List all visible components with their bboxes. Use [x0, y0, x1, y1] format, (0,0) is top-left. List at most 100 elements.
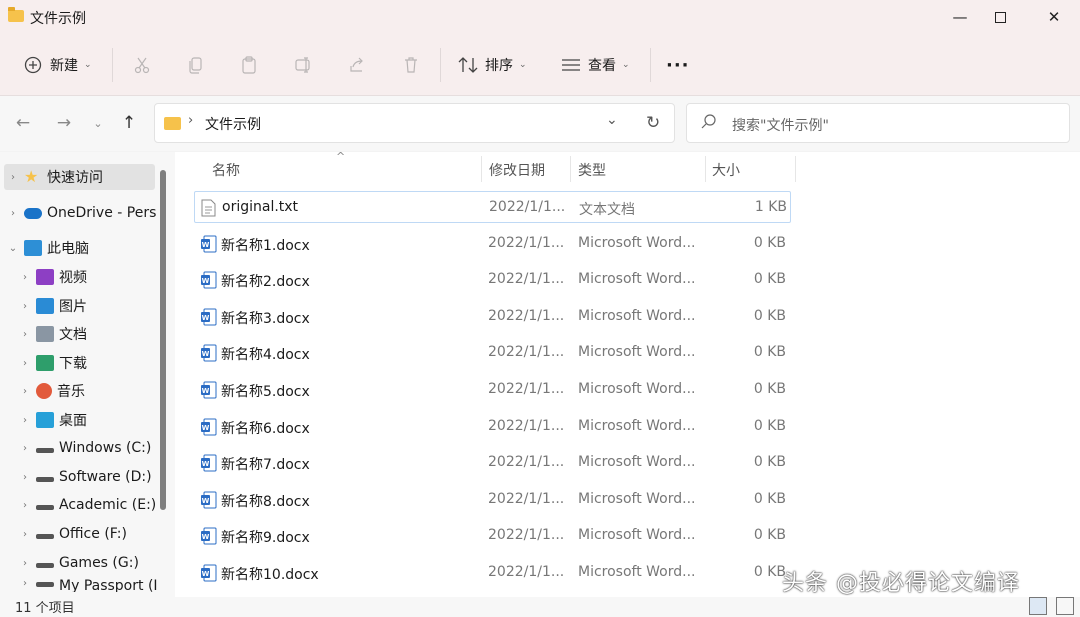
word-file-icon: W	[200, 344, 217, 362]
copy-icon	[185, 54, 207, 76]
cloud-icon	[24, 207, 42, 219]
nav-item-label: 图片	[59, 299, 87, 315]
file-name: 新名称6.docx	[221, 420, 310, 437]
nav-item[interactable]: ⌄ 此电脑	[0, 235, 160, 261]
recent-locations-button[interactable]: ⌄	[87, 112, 109, 134]
nav-item[interactable]: › Windows (C:)	[0, 435, 160, 461]
chevron-right-icon[interactable]: ›	[18, 472, 32, 483]
details-view-button[interactable]	[1029, 597, 1047, 615]
rename-button[interactable]	[292, 52, 314, 78]
share-button[interactable]	[346, 52, 368, 78]
chevron-right-icon[interactable]: ›	[6, 208, 20, 219]
file-date: 2022/1/1...	[488, 417, 565, 434]
file-size: 0 KB	[753, 381, 786, 397]
file-row[interactable]: W 新名称7.docx 2022/1/1... Microsoft Word... 0 …	[194, 447, 791, 479]
drive-icon	[36, 533, 54, 539]
svg-text:W: W	[202, 497, 210, 505]
search-placeholder: 搜索"文件示例"	[732, 118, 829, 134]
up-button[interactable]: ↑	[118, 112, 140, 134]
column-divider[interactable]	[705, 156, 706, 182]
maximize-button[interactable]	[976, 0, 1024, 34]
nav-item[interactable]: › My Passport (I	[0, 578, 160, 592]
nav-item[interactable]: › Office (F:)	[0, 521, 160, 547]
file-date: 2022/1/1...	[488, 564, 565, 580]
copy-button[interactable]	[185, 52, 207, 78]
nav-item[interactable]: › Games (G:)	[0, 550, 160, 576]
nav-item[interactable]: › 图片	[0, 293, 160, 319]
file-row[interactable]: W 新名称2.docx 2022/1/1... Microsoft Word... 0 …	[194, 264, 791, 296]
chevron-right-icon[interactable]: ›	[18, 529, 32, 540]
file-name: 新名称8.docx	[221, 493, 310, 510]
nav-item[interactable]: › 音乐	[0, 378, 160, 404]
new-button[interactable]: 新建 ⌄	[22, 52, 92, 78]
file-size: 0 KB	[753, 527, 786, 544]
file-row[interactable]: original.txt 2022/1/1... 文本文档 1 KB	[194, 191, 791, 223]
file-date: 2022/1/1...	[488, 307, 565, 324]
nav-item[interactable]: › 下载	[0, 350, 160, 376]
file-name: 新名称10.docx	[221, 567, 319, 583]
view-button[interactable]: 查看 ⌄	[560, 52, 630, 78]
chevron-right-icon[interactable]: ›	[18, 301, 32, 312]
chevron-right-icon[interactable]: ›	[18, 500, 32, 511]
file-row[interactable]: W 新名称1.docx 2022/1/1... Microsoft Word... 0 …	[194, 228, 791, 260]
nav-item[interactable]: › Software (D:)	[0, 464, 160, 490]
column-divider[interactable]	[481, 156, 482, 182]
chevron-right-icon[interactable]: ›	[18, 558, 32, 569]
file-row[interactable]: W 新名称4.docx 2022/1/1... Microsoft Word... 0 …	[194, 337, 791, 369]
file-row[interactable]: W 新名称5.docx 2022/1/1... Microsoft Word... 0 …	[194, 374, 791, 406]
nav-item[interactable]: › OneDrive - Pers	[0, 200, 160, 226]
chevron-right-icon[interactable]: ›	[6, 172, 20, 183]
nav-scrollbar[interactable]	[160, 170, 166, 510]
chevron-down-icon[interactable]: ⌄	[6, 243, 20, 254]
column-header-date[interactable]: 修改日期	[489, 158, 545, 182]
share-icon	[346, 54, 368, 76]
chevron-right-icon[interactable]: ›	[18, 578, 32, 589]
chevron-right-icon[interactable]: ›	[18, 329, 32, 340]
chevron-right-icon[interactable]: ›	[18, 415, 32, 426]
nav-item[interactable]: › Academic (E:)	[0, 492, 160, 518]
paste-button[interactable]	[238, 52, 260, 78]
breadcrumb-chevron-icon: ›	[188, 113, 194, 128]
file-name: 新名称9.docx	[221, 530, 310, 547]
delete-button[interactable]	[400, 52, 422, 78]
forward-button[interactable]: →	[53, 112, 75, 134]
file-row[interactable]: W 新名称8.docx 2022/1/1... Microsoft Word... 0 …	[194, 484, 791, 516]
column-header-name[interactable]: 名称	[212, 158, 240, 182]
column-divider[interactable]	[570, 156, 571, 182]
search-icon	[700, 113, 718, 135]
column-divider[interactable]	[795, 156, 796, 182]
nav-item-label: Academic (E:)	[59, 497, 157, 513]
sort-button[interactable]: 排序 ⌄	[457, 52, 527, 78]
svg-text:W: W	[202, 241, 210, 249]
close-button[interactable]: ✕	[1030, 0, 1078, 34]
file-row[interactable]: W 新名称9.docx 2022/1/1... Microsoft Word... 0 …	[194, 520, 791, 552]
cut-button[interactable]	[131, 52, 153, 78]
chevron-right-icon[interactable]: ›	[18, 358, 32, 369]
refresh-icon[interactable]: ↻	[646, 113, 660, 133]
tiles-view-button[interactable]	[1056, 597, 1074, 615]
svg-text:W: W	[202, 570, 210, 578]
desktop-icon	[36, 412, 54, 428]
more-options-button[interactable]: ···	[666, 52, 690, 78]
file-row[interactable]: W 新名称10.docx 2022/1/1... Microsoft Word... 0…	[194, 557, 791, 589]
nav-item[interactable]: › 视频	[0, 264, 160, 290]
chevron-right-icon[interactable]: ›	[18, 443, 32, 454]
nav-item[interactable]: › ★ 快速访问	[4, 164, 155, 190]
svg-text:W: W	[202, 277, 210, 285]
file-name: original.txt	[222, 199, 299, 215]
address-dropdown-icon[interactable]: ⌄	[606, 112, 618, 128]
chevron-down-icon: ⌄	[622, 60, 630, 70]
back-button[interactable]: ←	[12, 112, 34, 134]
chevron-right-icon[interactable]: ›	[18, 386, 32, 397]
chevron-right-icon[interactable]: ›	[18, 272, 32, 283]
nav-item[interactable]: › 桌面	[0, 407, 160, 433]
file-row[interactable]: W 新名称3.docx 2022/1/1... Microsoft Word... 0 …	[194, 301, 791, 333]
new-label: 新建	[50, 58, 78, 74]
column-header-type[interactable]: 类型	[578, 158, 606, 182]
toolbar-divider	[440, 48, 441, 82]
breadcrumb-current[interactable]: 文件示例	[205, 114, 261, 134]
file-row[interactable]: W 新名称6.docx 2022/1/1... Microsoft Word... 0 …	[194, 411, 791, 443]
nav-item[interactable]: › 文档	[0, 321, 160, 347]
nav-item-label: 音乐	[57, 384, 85, 400]
column-header-size[interactable]: 大小	[712, 158, 740, 182]
